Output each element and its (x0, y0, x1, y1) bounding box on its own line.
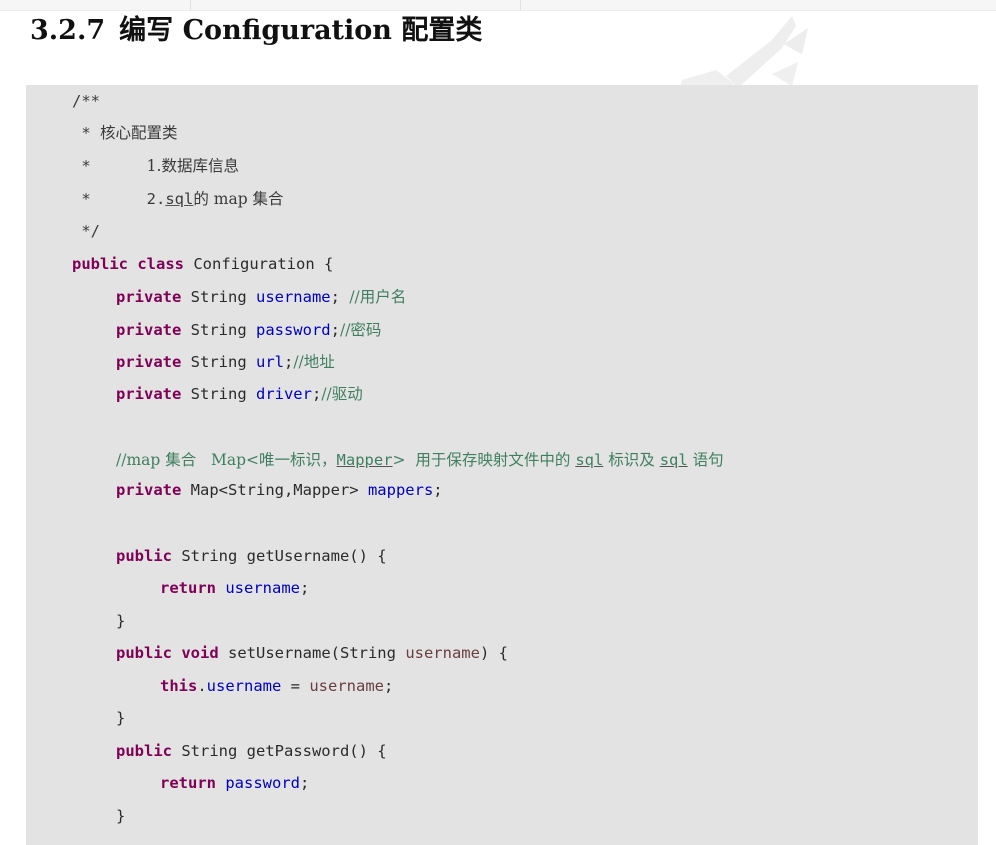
code-line: * 1.数据库信息 (72, 157, 239, 175)
code-line: } (116, 612, 126, 630)
code-line: } (116, 709, 126, 727)
code-line: * 核心配置类 (72, 124, 178, 142)
code-line: this.username = username; (160, 677, 394, 695)
code-line: /** (72, 92, 100, 110)
code-line: private String driver;//驱动 (116, 385, 363, 403)
code-line: private String url;//地址 (116, 353, 335, 371)
code-line: */ (72, 222, 100, 240)
code-line: public String getPassword() { (116, 742, 387, 760)
code-line: private String password;//密码 (116, 321, 382, 339)
code-line: * 2.sql的 map 集合 (72, 190, 284, 208)
section-title: 编写 Configuration 配置类 (119, 15, 483, 46)
watermark-logo (678, 16, 808, 94)
code-line: //map 集合 Map<唯一标识，Mapper> 用于保存映射文件中的 sql… (116, 451, 724, 469)
code-line: public class Configuration { (72, 255, 334, 273)
code-line: return username; (160, 579, 310, 597)
code-line: private String username; //用户名 (116, 288, 407, 306)
section-number: 3.2.7 (30, 15, 106, 46)
code-line: public String getUsername() { (116, 547, 387, 565)
code-line: return password; (160, 774, 310, 792)
code-block: /** * 核心配置类 * 1.数据库信息 * 2.sql的 map 集合 */… (26, 85, 978, 845)
code-line: private Map<String,Mapper> mappers; (116, 481, 443, 499)
code-line: public void setUsername(String username)… (116, 644, 508, 662)
code-line: } (116, 807, 126, 825)
section-heading: 3.2.7 编写 Configuration 配置类 (30, 8, 482, 47)
